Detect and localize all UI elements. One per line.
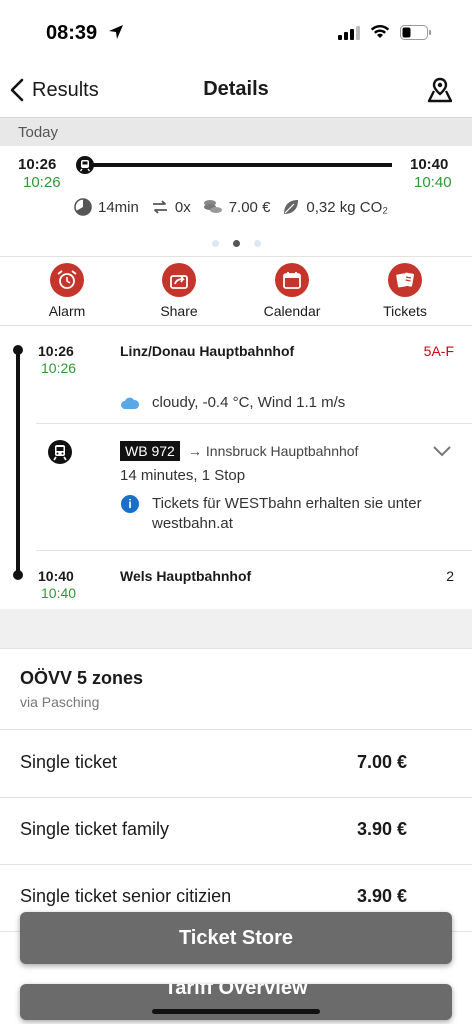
- duration: 14min: [98, 198, 139, 216]
- ticket-store-button[interactable]: Ticket Store: [20, 912, 452, 964]
- ticket-price: 3.90 €: [357, 886, 408, 906]
- tickets-icon: [396, 272, 414, 288]
- clock-icon: [74, 198, 92, 216]
- share-icon: [170, 275, 188, 289]
- divider: [36, 423, 472, 424]
- day-header: Today: [0, 117, 472, 146]
- tariff-overview-button[interactable]: Tariff Overview: [20, 984, 452, 1020]
- tariff-title: OÖVV 5 zones: [20, 668, 144, 688]
- wifi-icon: [370, 24, 390, 38]
- share-button[interactable]: Share: [134, 263, 224, 319]
- ticket-name: Single ticket senior citizien: [20, 886, 232, 906]
- line-badge: WB 972: [120, 441, 180, 461]
- ticket-name: Single ticket: [20, 752, 118, 772]
- section-gap: [0, 609, 472, 649]
- tariff-subtitle: via Pasching: [20, 694, 100, 710]
- weather-text: cloudy, -0.4 °C, Wind 1.1 m/s: [152, 394, 346, 411]
- train-icon: [48, 440, 72, 464]
- origin-name: Linz/Donau Hauptbahnhof: [120, 343, 295, 359]
- destination-time: 10:40: [38, 568, 74, 584]
- ticket-price: 7.00 €: [357, 752, 408, 772]
- destination-platform: 2: [446, 568, 454, 584]
- divider: [36, 550, 472, 551]
- summary-meta: 14min 0x 7.00 € 0,32 kg CO₂: [74, 196, 388, 218]
- calendar-icon: [283, 272, 301, 289]
- status-time: 08:39: [46, 22, 98, 44]
- location-arrow-icon: [109, 25, 123, 39]
- departure-time: 10:26: [18, 156, 57, 173]
- ticket-row[interactable]: Single ticket 7.00 €: [0, 730, 472, 798]
- arrival-realtime: 10:40: [414, 174, 452, 191]
- status-bar: 08:39: [0, 0, 472, 64]
- battery-icon: [400, 25, 431, 40]
- tickets-circle: [388, 263, 422, 297]
- coins-icon: [203, 200, 222, 213]
- page-indicator[interactable]: [0, 240, 472, 247]
- day-label: Today: [18, 124, 59, 141]
- route-line: [16, 349, 20, 575]
- ticket-row[interactable]: Single ticket family 3.90 €: [0, 797, 472, 865]
- arrival-time: 10:40: [410, 156, 449, 173]
- destination-realtime: 10:40: [41, 585, 77, 601]
- origin-platform: 5A-F: [423, 343, 454, 359]
- origin-realtime: 10:26: [41, 360, 77, 376]
- action-bar: Alarm Share Calendar Tickets: [0, 256, 472, 326]
- action-label: Share: [160, 303, 198, 319]
- page-dot[interactable]: [253, 240, 261, 247]
- destination-name: Wels Hauptbahnhof: [120, 568, 252, 584]
- alarm-button[interactable]: Alarm: [22, 263, 112, 319]
- connection-summary[interactable]: 10:26 10:26 10:40 10:40 14min 0x 7.00 € …: [0, 146, 472, 256]
- leg-duration: 14 minutes, 1 Stop: [120, 467, 246, 484]
- leg-info: Tickets für WESTbahn erhalten sie unter …: [152, 495, 422, 532]
- ticket-price: 3.90 €: [357, 819, 408, 839]
- departure-realtime: 10:26: [23, 174, 61, 191]
- itinerary: 10:26 10:26 Linz/Donau Hauptbahnhof 5A-F…: [0, 327, 472, 609]
- navigation-bar: Results Details: [0, 64, 472, 116]
- price: 7.00 €: [228, 198, 271, 216]
- transfer-icon: [152, 200, 167, 214]
- transfers: 0x: [174, 198, 191, 216]
- origin-dot: [13, 345, 23, 355]
- calendar-circle: [275, 263, 309, 297]
- origin-time: 10:26: [38, 343, 74, 359]
- action-label: Calendar: [263, 303, 321, 319]
- share-circle: [162, 263, 196, 297]
- page-dot[interactable]: [211, 240, 219, 247]
- cellular-signal-icon: [338, 26, 360, 40]
- ticket-name: Single ticket family: [20, 819, 170, 839]
- tariff-header: OÖVV 5 zones via Pasching: [0, 650, 472, 730]
- arrow-right-icon: →: [188, 443, 206, 459]
- leg-direction: → Innsbruck Hauptbahnhof: [188, 443, 358, 459]
- page-title: Details: [203, 78, 269, 100]
- page-dot-active[interactable]: [232, 240, 240, 247]
- home-indicator[interactable]: [152, 1009, 320, 1014]
- train-icon: [76, 156, 94, 174]
- action-label: Alarm: [48, 303, 86, 319]
- leaf-icon: [284, 200, 299, 214]
- journey-bar: [92, 163, 392, 167]
- calendar-button[interactable]: Calendar: [247, 263, 337, 319]
- co2: 0,32 kg CO₂: [306, 198, 389, 216]
- chevron-down-icon[interactable]: [432, 445, 452, 457]
- weather-info: cloudy, -0.4 °C, Wind 1.1 m/s: [120, 394, 345, 411]
- action-label: Tickets: [383, 303, 427, 319]
- destination-dot: [13, 570, 23, 580]
- alarm-clock-icon: [57, 270, 77, 289]
- tickets-button[interactable]: Tickets: [360, 263, 450, 319]
- map-marker-icon[interactable]: [426, 76, 454, 104]
- alarm-circle: [50, 263, 84, 297]
- cloud-icon: [121, 397, 140, 409]
- direction-text: Innsbruck Hauptbahnhof: [205, 443, 359, 459]
- info-icon: i: [121, 495, 139, 513]
